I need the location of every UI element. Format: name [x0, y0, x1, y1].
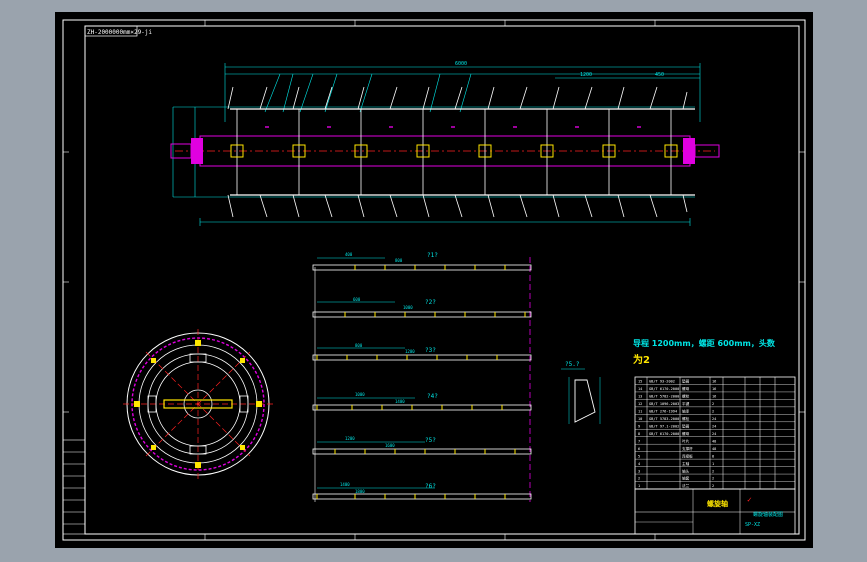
title-block-sheet: SP-XZ: [745, 522, 760, 528]
cad-viewport[interactable]: ZH-2000000mm×29-ji 6000 1200 450 ?1? 400…: [55, 12, 813, 548]
parts-table-cell: 垫圈: [682, 423, 690, 428]
parts-table-cell: 螺母: [682, 431, 690, 436]
title-block-name: 螺旋轴: [707, 499, 728, 508]
parts-table-cell: GB/T 6170-2000: [649, 387, 679, 391]
parts-table-cell: 16: [712, 395, 716, 399]
parts-table-cell: 24: [712, 432, 716, 436]
parts-table-cell: 48: [712, 439, 716, 443]
parts-table-cell: GB/T 276-1994: [649, 410, 677, 414]
parts-table-cell: 8: [712, 454, 714, 458]
parts-table-cell: 24: [712, 417, 716, 421]
overall-length-dim: 6000: [455, 61, 467, 67]
parts-table-cell: GB/T 93-2002: [649, 380, 675, 384]
parts-table-cell: 1: [638, 484, 640, 488]
parts-table-cell: 螺栓: [682, 416, 690, 421]
parts-table-cell: 9: [638, 424, 640, 428]
parts-table-cell: 主轴: [682, 461, 690, 466]
blade-rows-view: ?1? 400 800 ?2? 600 1000 ?3? 800 1200 ?4…: [312, 252, 532, 502]
row1-label: ?1?: [427, 252, 438, 259]
parts-table-cell: 螺栓: [682, 394, 690, 399]
parts-table-cell: GB/T 5783-2000: [649, 417, 679, 421]
row3-dim-b: 1200: [405, 349, 415, 354]
row6-dim-a: 1400: [340, 482, 350, 487]
parts-table-cell: 4: [638, 462, 640, 466]
row3-dim-a: 800: [355, 343, 363, 348]
parts-table-cell: 螺母: [682, 386, 690, 391]
parts-table-cell: 支撑杆: [682, 446, 693, 451]
parts-table-cell: 8: [638, 432, 640, 436]
parts-table-cell: 11: [638, 410, 642, 414]
row3-label: ?3?: [425, 347, 436, 354]
row4-dim-a: 1000: [355, 392, 365, 397]
parts-table-cell: 14: [638, 387, 642, 391]
row4-label: ?4?: [427, 393, 438, 400]
parts-table-cell: 2: [712, 477, 714, 481]
screw-elevation-view: 6000 1200 450: [170, 61, 720, 226]
parts-table-cell: 7: [638, 439, 640, 443]
parts-table-cell: 10: [638, 417, 642, 421]
parts-table-rows: 15 GB/T 93-2002 垫圈 1614 GB/T 6170-2000 螺母 1613…: [635, 379, 795, 488]
cad-drawing-sheet: ZH-2000000mm×29-ji 6000 1200 450 ?1? 400…: [62, 19, 806, 541]
parts-table-cell: 垫圈: [682, 379, 690, 384]
row5-dim-b: 1600: [385, 443, 395, 448]
end-dim: 450: [655, 72, 664, 78]
parts-table-cell: 3: [638, 469, 640, 473]
parts-table-cell: 平键: [682, 401, 690, 406]
parts-table-cell: GB/T 5782-2000: [649, 395, 679, 399]
parts-table-cell: GB/T 6170-2000: [649, 432, 679, 436]
parts-table-cell: 2: [712, 410, 714, 414]
parts-table-cell: 轴承: [682, 409, 690, 414]
parts-table-cell: 48: [712, 447, 716, 451]
parts-table-cell: 2: [712, 402, 714, 406]
parts-table-cell: 连接板: [682, 453, 693, 458]
technical-note-line2: 为2: [633, 353, 650, 366]
blade-detail-view: ?5.?: [561, 361, 601, 424]
row5-label: ?5?: [425, 437, 436, 444]
row5-dim-a: 1200: [345, 436, 355, 441]
parts-list-table: 15 GB/T 93-2002 垫圈 1614 GB/T 6170-2000 螺母 1613…: [634, 376, 796, 490]
row4-dim-b: 1400: [395, 399, 405, 404]
parts-table-cell: 叶片: [682, 438, 690, 443]
parts-table-cell: 轴头: [682, 468, 690, 473]
title-block-drawing-no: 螺旋轴装配图: [753, 511, 783, 518]
row2-dim-a: 600: [353, 297, 361, 302]
parts-table-cell: 24: [712, 424, 716, 428]
title-block: 螺旋轴 螺旋轴装配图 SP-XZ ✓: [634, 488, 796, 535]
row6-label: ?6?: [425, 483, 436, 490]
sheet-outer-border: [62, 19, 806, 541]
pitch-dim: 1200: [580, 72, 592, 78]
parts-table-cell: 13: [638, 395, 642, 399]
parts-table-cell: 16: [712, 380, 716, 384]
row2-label: ?2?: [425, 299, 436, 306]
drawing-stamp: ZH-2000000mm×29-ji: [87, 29, 152, 36]
row1-dim-a: 400: [345, 252, 353, 257]
parts-table-cell: 6: [638, 447, 640, 451]
parts-table-cell: 轴套: [682, 476, 690, 481]
section-label: ?5.?: [565, 361, 580, 368]
technical-note-line1: 导程 1200mm，螺距 600mm，头数: [633, 338, 776, 348]
parts-table-cell: 法兰: [682, 483, 690, 488]
parts-table-cell: 15: [638, 380, 642, 384]
circular-section-view: [123, 329, 273, 479]
red-mark-icon: ✓: [747, 495, 752, 504]
parts-table-cell: 2: [638, 477, 640, 481]
row6-dim-b: 1800: [355, 489, 365, 494]
border-ticks: [63, 20, 805, 540]
parts-table-cell: GB/T 97.1-2002: [649, 424, 679, 428]
parts-table-cell: 2: [712, 484, 714, 488]
parts-table-cell: 16: [712, 387, 716, 391]
revision-strip: [62, 439, 86, 535]
row1-dim-b: 800: [395, 258, 403, 263]
parts-table-cell: 12: [638, 402, 642, 406]
parts-table-cell: 1: [712, 462, 714, 466]
row2-dim-b: 1000: [403, 305, 413, 310]
parts-table-cell: GB/T 1096-2003: [649, 402, 679, 406]
parts-table-cell: 2: [712, 469, 714, 473]
parts-table-cell: 5: [638, 454, 640, 458]
